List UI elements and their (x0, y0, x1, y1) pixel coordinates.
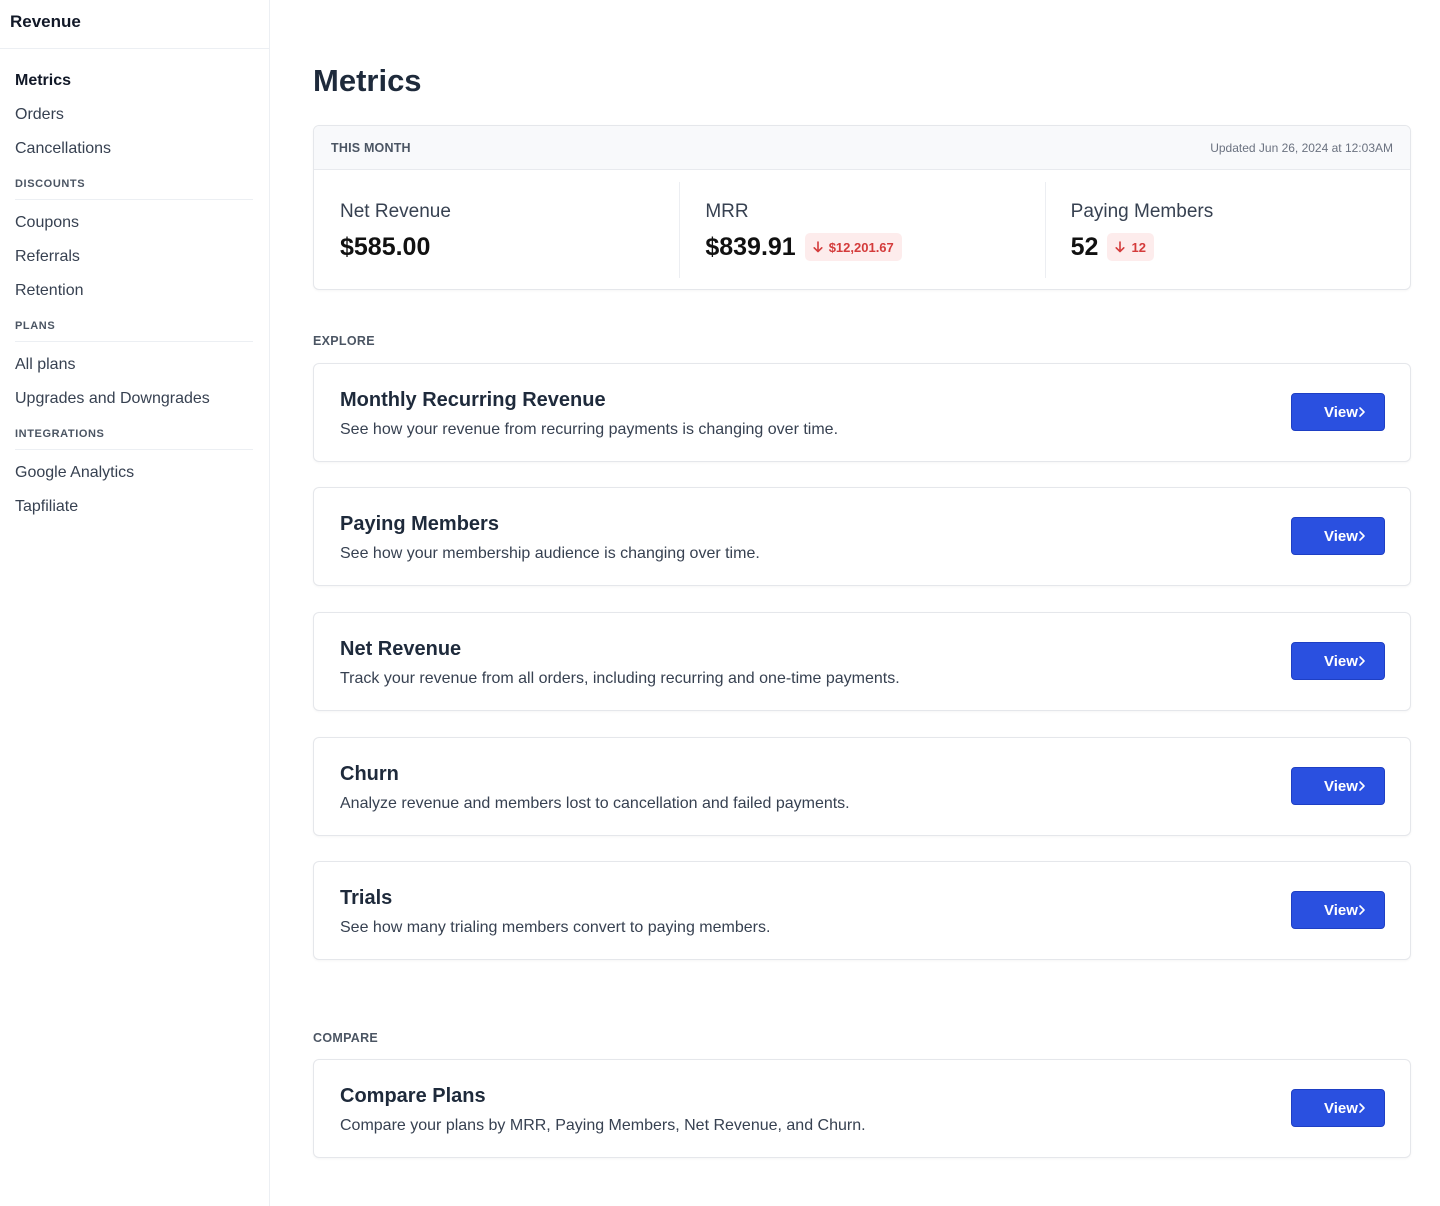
compare-card-plans: Compare Plans Compare your plans by MRR,… (313, 1059, 1411, 1158)
card-title: Churn (340, 763, 399, 785)
compare-section-label: COMPARE (313, 1031, 379, 1045)
explore-card-mrr: Monthly Recurring Revenue See how your r… (313, 363, 1411, 462)
sidebar-item-tapfiliate[interactable]: Tapfiliate (15, 497, 253, 517)
view-button[interactable]: View (1291, 393, 1385, 431)
card-description: Compare your plans by MRR, Paying Member… (340, 1117, 866, 1134)
card-description: See how your membership audience is chan… (340, 545, 760, 562)
chevron-right-icon (1358, 655, 1366, 667)
metric-label: MRR (705, 201, 749, 222)
delta-badge: 12 (1107, 233, 1154, 261)
sidebar-group-plans: PLANS (15, 320, 253, 342)
sidebar-item-metrics[interactable]: Metrics (15, 71, 253, 91)
sidebar-header: Revenue (0, 0, 269, 49)
sidebar-item-orders[interactable]: Orders (15, 105, 253, 125)
view-button-label: View (1324, 403, 1358, 421)
sidebar-item-google-analytics[interactable]: Google Analytics (15, 463, 253, 483)
card-title: Paying Members (340, 513, 499, 535)
chevron-right-icon (1358, 904, 1366, 916)
summary-metrics: Net Revenue $585.00 MRR $839.91 $12,201.… (314, 170, 1410, 289)
explore-card-churn: Churn Analyze revenue and members lost t… (313, 737, 1411, 836)
card-description: Analyze revenue and members lost to canc… (340, 795, 850, 812)
arrow-down-icon (1115, 241, 1126, 253)
metric-paying-members: Paying Members 52 12 (1044, 170, 1410, 289)
explore-card-paying-members: Paying Members See how your membership a… (313, 487, 1411, 586)
view-button[interactable]: View (1291, 1089, 1385, 1127)
summary-period-label: THIS MONTH (331, 140, 411, 155)
metric-value: 52 (1070, 233, 1099, 261)
card-description: See how many trialing members convert to… (340, 919, 771, 936)
chevron-right-icon (1358, 406, 1366, 418)
sidebar-item-all-plans[interactable]: All plans (15, 355, 253, 375)
metric-label: Paying Members (1070, 201, 1214, 222)
view-button[interactable]: View (1291, 642, 1385, 680)
chevron-right-icon (1358, 1102, 1366, 1114)
metric-value: $839.91 (705, 233, 796, 261)
sidebar-item-coupons[interactable]: Coupons (15, 213, 253, 233)
summary-header: THIS MONTH Updated Jun 26, 2024 at 12:03… (314, 126, 1410, 170)
view-button-label: View (1324, 652, 1358, 670)
view-button[interactable]: View (1291, 891, 1385, 929)
sidebar-group-integrations: INTEGRATIONS (15, 428, 253, 450)
card-description: See how your revenue from recurring paym… (340, 421, 839, 438)
explore-section-label: EXPLORE (313, 334, 375, 348)
explore-card-net-revenue: Net Revenue Track your revenue from all … (313, 612, 1411, 711)
card-title: Trials (340, 887, 393, 909)
delta-value: 12 (1131, 239, 1146, 255)
metric-mrr: MRR $839.91 $12,201.67 (679, 170, 1044, 289)
delta-value: $12,201.67 (828, 239, 894, 255)
page-title: Metrics (313, 63, 422, 98)
delta-badge: $12,201.67 (804, 233, 902, 261)
card-title: Compare Plans (340, 1085, 486, 1107)
sidebar-item-retention[interactable]: Retention (15, 281, 253, 301)
view-button-label: View (1324, 527, 1358, 545)
sidebar: Revenue Metrics Orders Cancellations DIS… (0, 0, 270, 1206)
card-description: Track your revenue from all orders, incl… (340, 670, 900, 687)
sidebar-item-upgrades-downgrades[interactable]: Upgrades and Downgrades (15, 389, 253, 409)
view-button[interactable]: View (1291, 767, 1385, 805)
sidebar-group-discounts: DISCOUNTS (15, 178, 253, 200)
sidebar-item-referrals[interactable]: Referrals (15, 247, 253, 267)
chevron-right-icon (1358, 530, 1366, 542)
card-title: Net Revenue (340, 638, 462, 660)
metric-value: $585.00 (340, 233, 431, 261)
view-button-label: View (1324, 901, 1358, 919)
explore-card-trials: Trials See how many trialing members con… (313, 861, 1411, 960)
arrow-down-icon (813, 241, 823, 253)
summary-updated-timestamp: Updated Jun 26, 2024 at 12:03AM (1210, 140, 1393, 155)
metric-net-revenue: Net Revenue $585.00 (314, 170, 679, 289)
sidebar-title: Revenue (10, 12, 81, 31)
view-button-label: View (1324, 1099, 1358, 1117)
view-button-label: View (1324, 777, 1358, 795)
view-button[interactable]: View (1291, 517, 1385, 555)
sidebar-nav: Metrics Orders Cancellations DISCOUNTS C… (0, 49, 253, 517)
sidebar-item-cancellations[interactable]: Cancellations (15, 139, 253, 159)
summary-card: THIS MONTH Updated Jun 26, 2024 at 12:03… (313, 125, 1411, 290)
card-title: Monthly Recurring Revenue (340, 389, 606, 411)
chevron-right-icon (1358, 780, 1366, 792)
metric-label: Net Revenue (340, 201, 451, 222)
